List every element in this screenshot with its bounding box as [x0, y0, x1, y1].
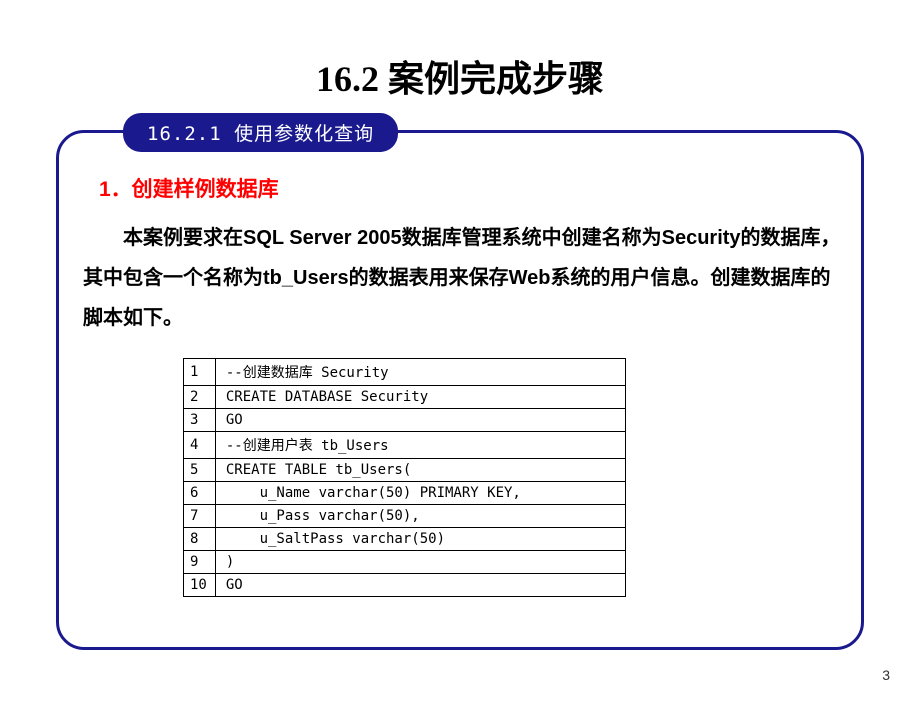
code-line: u_SaltPass varchar(50) — [215, 528, 625, 551]
code-line: GO — [215, 409, 625, 432]
code-row: 5CREATE TABLE tb_Users( — [184, 459, 626, 482]
code-row: 6 u_Name varchar(50) PRIMARY KEY, — [184, 482, 626, 505]
line-number: 5 — [184, 459, 216, 482]
code-row: 3GO — [184, 409, 626, 432]
line-number: 7 — [184, 505, 216, 528]
content-frame: 16.2.1 使用参数化查询 1．创建样例数据库 本案例要求在SQL Serve… — [56, 130, 864, 650]
section-subtitle: 1．创建样例数据库 — [99, 173, 279, 203]
code-row: 7 u_Pass varchar(50), — [184, 505, 626, 528]
line-number: 6 — [184, 482, 216, 505]
code-row: 1--创建数据库 Security — [184, 359, 626, 386]
code-line: u_Pass varchar(50), — [215, 505, 625, 528]
code-row: 8 u_SaltPass varchar(50) — [184, 528, 626, 551]
line-number: 9 — [184, 551, 216, 574]
body-paragraph: 本案例要求在SQL Server 2005数据库管理系统中创建名称为Securi… — [83, 218, 843, 338]
slide-title: 16.2 案例完成步骤 — [0, 50, 920, 102]
code-line: --创建用户表 tb_Users — [215, 432, 625, 459]
code-line: CREATE DATABASE Security — [215, 386, 625, 409]
line-number: 2 — [184, 386, 216, 409]
line-number: 4 — [184, 432, 216, 459]
code-line: --创建数据库 Security — [215, 359, 625, 386]
code-row: 4--创建用户表 tb_Users — [184, 432, 626, 459]
line-number: 3 — [184, 409, 216, 432]
code-line: u_Name varchar(50) PRIMARY KEY, — [215, 482, 625, 505]
slide: 16.2 案例完成步骤 16.2.1 使用参数化查询 1．创建样例数据库 本案例… — [0, 0, 920, 701]
page-number: 3 — [882, 667, 890, 683]
code-line: CREATE TABLE tb_Users( — [215, 459, 625, 482]
code-body: 1--创建数据库 Security 2CREATE DATABASE Secur… — [184, 359, 626, 597]
code-line: GO — [215, 574, 625, 597]
code-block: 1--创建数据库 Security 2CREATE DATABASE Secur… — [183, 358, 626, 597]
code-line: ) — [215, 551, 625, 574]
line-number: 1 — [184, 359, 216, 386]
code-row: 9) — [184, 551, 626, 574]
line-number: 8 — [184, 528, 216, 551]
code-row: 10GO — [184, 574, 626, 597]
subsection-label: 16.2.1 使用参数化查询 — [123, 113, 398, 152]
code-row: 2CREATE DATABASE Security — [184, 386, 626, 409]
line-number: 10 — [184, 574, 216, 597]
